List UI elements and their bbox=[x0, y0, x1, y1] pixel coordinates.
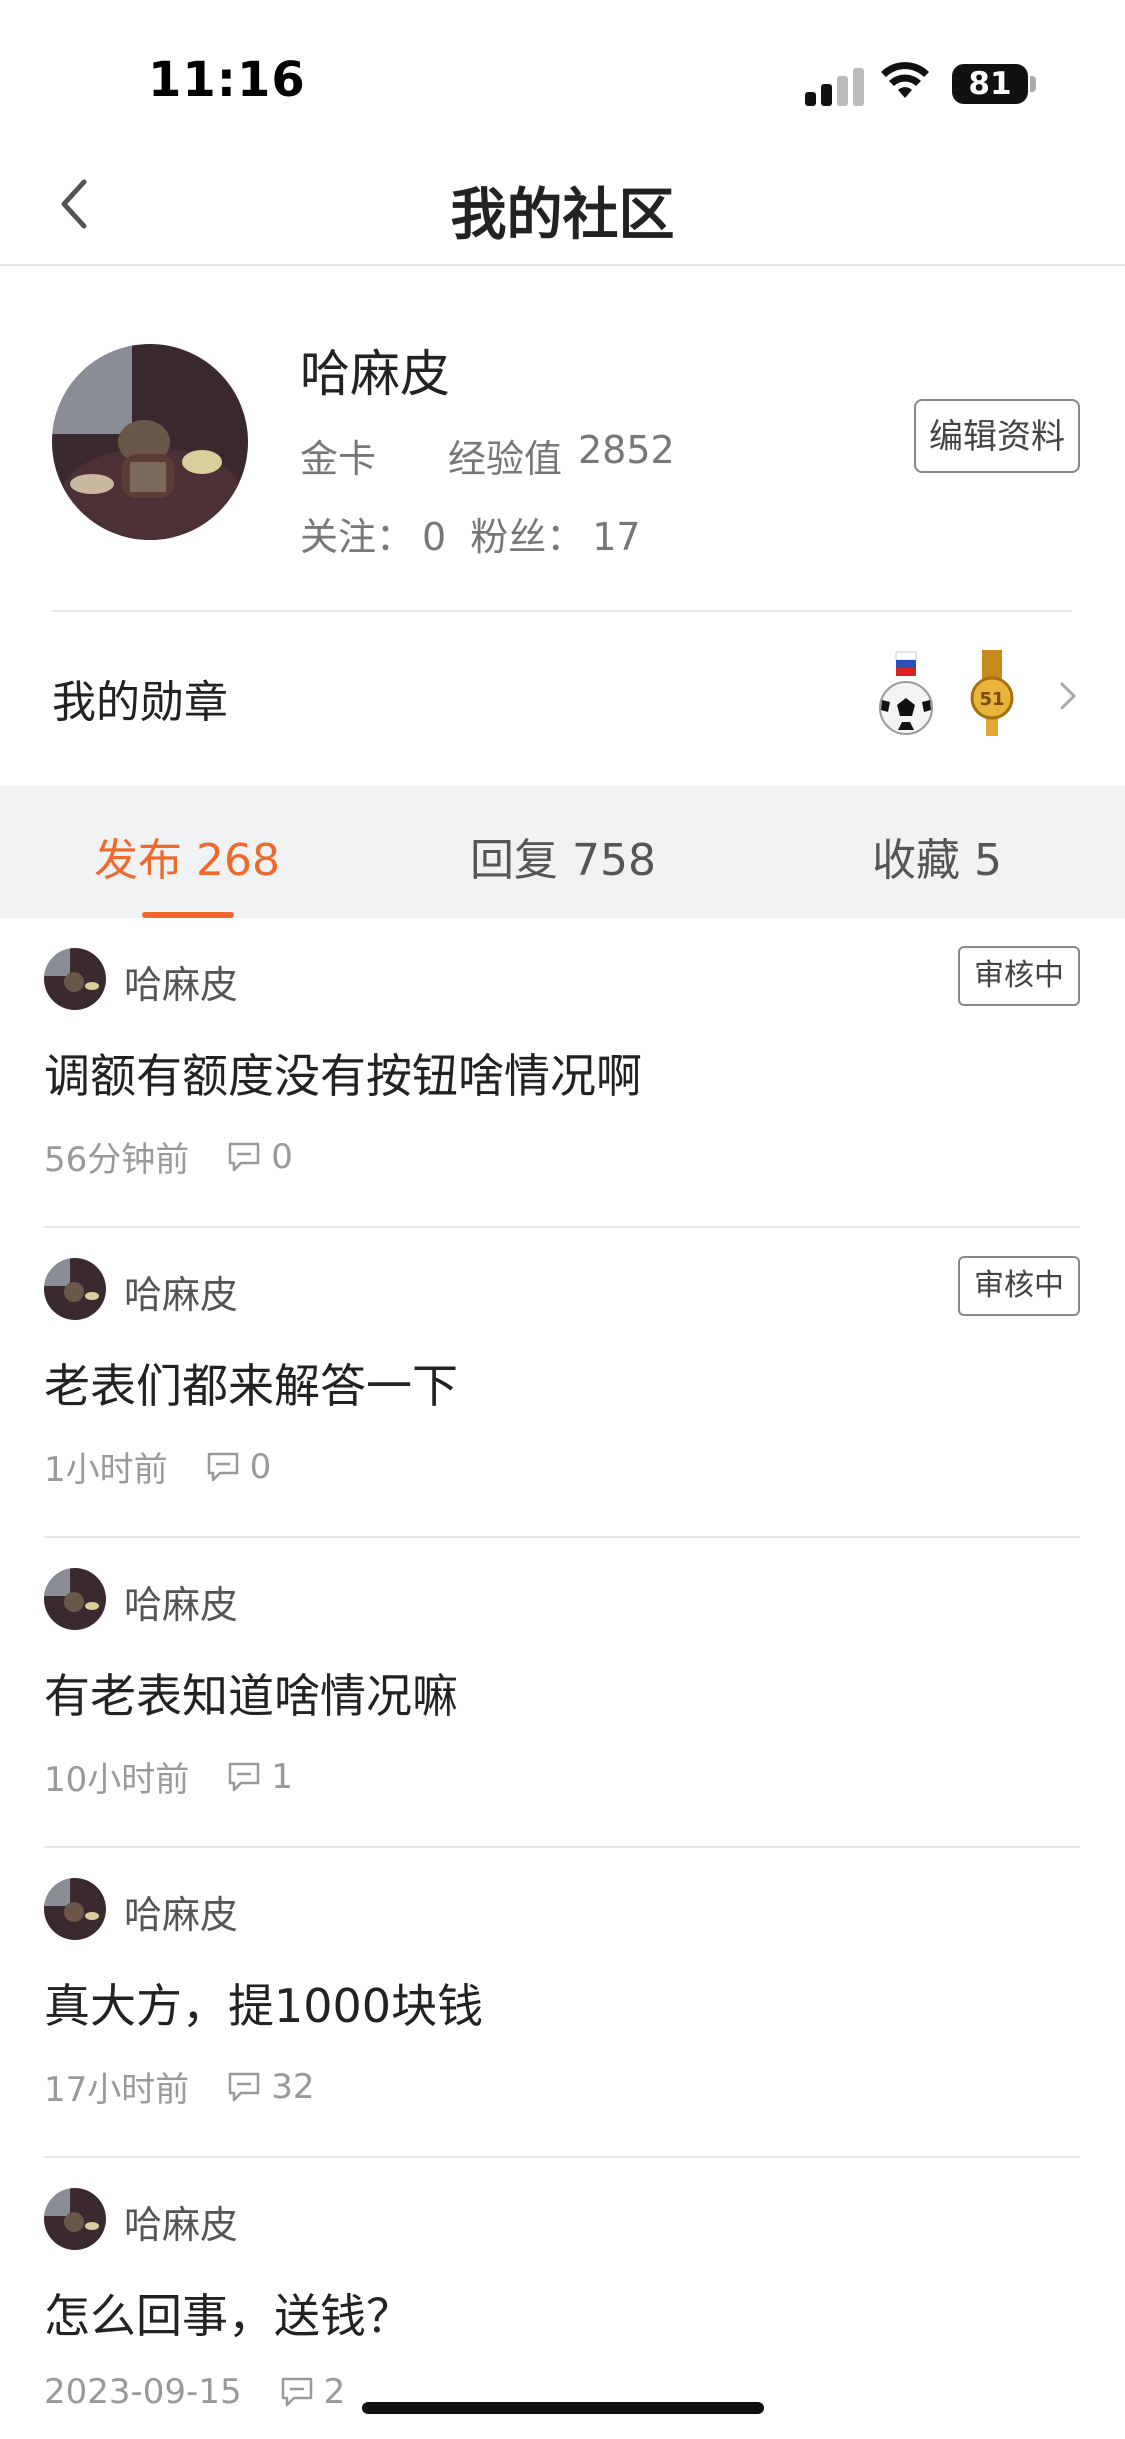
post-meta: 56分钟前 0 bbox=[44, 1132, 293, 1181]
page-title: 我的社区 bbox=[450, 183, 675, 248]
member-level: 金卡 bbox=[300, 437, 377, 481]
post-item[interactable]: 哈麻皮 有老表知道啥情况嘛 10小时前 1 bbox=[0, 1538, 1125, 1848]
author-avatar[interactable] bbox=[44, 1258, 106, 1320]
post-author[interactable]: 哈麻皮 bbox=[124, 1264, 238, 1319]
post-title[interactable]: 真大方，提1000块钱 bbox=[44, 1970, 483, 2036]
post-item[interactable]: 哈麻皮 审核中 老表们都来解答一下 1小时前 0 bbox=[0, 1228, 1125, 1538]
followers-label: 粉丝： bbox=[470, 515, 585, 559]
follow-stats: 关注： 0 粉丝： 17 bbox=[300, 506, 649, 561]
post-meta: 10小时前 1 bbox=[44, 1752, 293, 1801]
followers-count[interactable]: 17 bbox=[592, 515, 640, 559]
wifi-icon bbox=[881, 62, 929, 98]
navigation-bar: 我的社区 bbox=[0, 140, 1125, 266]
status-time: 11:16 bbox=[148, 52, 306, 108]
post-title[interactable]: 怎么回事，送钱？ bbox=[44, 2280, 412, 2346]
status-bar: 11:16 81 bbox=[0, 0, 1125, 140]
tab-posts[interactable]: 发布 268 bbox=[94, 824, 280, 888]
home-indicator[interactable] bbox=[362, 2402, 764, 2414]
following-label: 关注： bbox=[300, 515, 415, 559]
post-meta: 17小时前 32 bbox=[44, 2062, 315, 2111]
post-item[interactable]: 哈麻皮 怎么回事，送钱？ 2023-09-15 2 bbox=[0, 2158, 1125, 2439]
post-author[interactable]: 哈麻皮 bbox=[124, 1574, 238, 1629]
post-author[interactable]: 哈麻皮 bbox=[124, 2194, 238, 2249]
comment-count: 0 bbox=[271, 1136, 293, 1177]
battery-cap bbox=[1030, 76, 1036, 92]
medals-label[interactable]: 我的勋章 bbox=[52, 666, 228, 730]
status-badge: 审核中 bbox=[958, 946, 1080, 1006]
tab-bar: 发布 268 回复 758 收藏 5 bbox=[0, 786, 1125, 918]
comment-count: 2 bbox=[323, 2372, 346, 2412]
comment-icon bbox=[281, 2377, 312, 2407]
post-meta: 2023-09-15 2 bbox=[44, 2372, 345, 2412]
comment-icon bbox=[207, 1452, 238, 1481]
post-title[interactable]: 调额有额度没有按钮啥情况啊 bbox=[44, 1040, 642, 1106]
edit-profile-button[interactable]: 编辑资料 bbox=[914, 399, 1080, 473]
comment-icon bbox=[229, 2072, 260, 2101]
comment-count: 1 bbox=[271, 1756, 293, 1797]
status-badge: 审核中 bbox=[958, 1256, 1080, 1316]
post-author[interactable]: 哈麻皮 bbox=[124, 954, 238, 1009]
cellular-signal-icon bbox=[805, 66, 867, 106]
svg-text:51: 51 bbox=[979, 689, 1004, 710]
comment-count: 0 bbox=[249, 1446, 272, 1487]
exp-value: 2852 bbox=[578, 428, 675, 472]
post-time: 10小时前 bbox=[44, 1760, 190, 1800]
comment-icon bbox=[229, 1142, 260, 1171]
tab-favorites[interactable]: 收藏 5 bbox=[872, 824, 1002, 888]
post-item[interactable]: 哈麻皮 审核中 调额有额度没有按钮啥情况啊 56分钟前 0 bbox=[0, 918, 1125, 1228]
chevron-right-icon[interactable] bbox=[1056, 676, 1080, 716]
author-avatar[interactable] bbox=[44, 1568, 106, 1630]
soccer-medal-icon[interactable] bbox=[876, 650, 936, 740]
profile-section: 哈麻皮 金卡 经验值 2852 关注： 0 粉丝： 17 编辑资料 我的勋章 51 bbox=[0, 266, 1125, 786]
post-title[interactable]: 有老表知道啥情况嘛 bbox=[44, 1660, 458, 1726]
divider bbox=[52, 610, 1072, 612]
author-avatar[interactable] bbox=[44, 1878, 106, 1940]
exp-label: 经验值 bbox=[448, 437, 563, 481]
author-avatar[interactable] bbox=[44, 948, 106, 1010]
author-avatar[interactable] bbox=[44, 2188, 106, 2250]
post-time: 1小时前 bbox=[44, 1450, 168, 1490]
post-author[interactable]: 哈麻皮 bbox=[124, 1884, 238, 1939]
post-time: 17小时前 bbox=[44, 2070, 190, 2110]
comment-count: 32 bbox=[271, 2066, 315, 2107]
username: 哈麻皮 bbox=[300, 345, 450, 403]
battery-indicator: 81 bbox=[952, 64, 1028, 104]
gold-51-medal-icon[interactable]: 51 bbox=[962, 650, 1022, 740]
comment-icon bbox=[229, 1762, 260, 1791]
avatar[interactable] bbox=[52, 344, 248, 540]
following-count[interactable]: 0 bbox=[422, 515, 446, 559]
post-meta: 1小时前 0 bbox=[44, 1442, 271, 1491]
post-time: 2023-09-15 bbox=[44, 2372, 242, 2412]
post-item[interactable]: 哈麻皮 真大方，提1000块钱 17小时前 32 bbox=[0, 1848, 1125, 2158]
post-time: 56分钟前 bbox=[44, 1140, 190, 1180]
tab-replies[interactable]: 回复 758 bbox=[470, 824, 656, 888]
post-title[interactable]: 老表们都来解答一下 bbox=[44, 1350, 458, 1416]
